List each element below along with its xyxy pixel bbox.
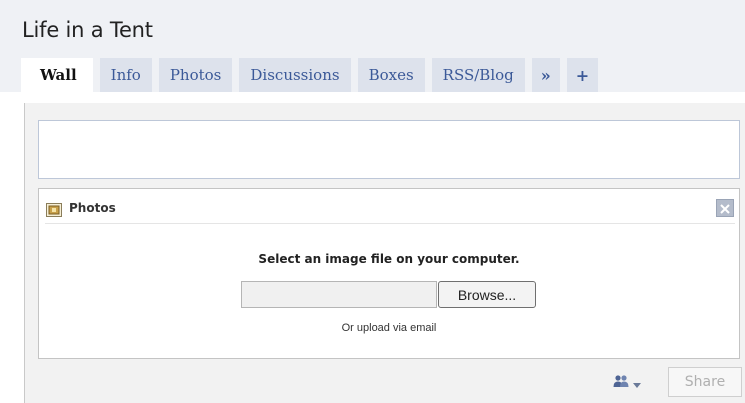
upload-via-email-link[interactable]: Or upload via email	[39, 322, 739, 334]
close-panel-button[interactable]	[716, 199, 734, 217]
photos-icon	[46, 202, 62, 217]
privacy-selector[interactable]	[613, 373, 643, 391]
people-icon	[613, 373, 629, 392]
page-title: Life in a Tent	[22, 18, 153, 42]
share-button[interactable]: Share	[668, 367, 742, 397]
file-path-field[interactable]	[241, 281, 437, 308]
tab-rss-blog[interactable]: RSS/Blog	[431, 58, 525, 92]
add-tab-button[interactable]: +	[566, 58, 599, 92]
tab-boxes[interactable]: Boxes	[357, 58, 425, 92]
tab-discussions[interactable]: Discussions	[239, 58, 351, 92]
panel-title: Photos	[69, 201, 116, 215]
tab-photos[interactable]: Photos	[158, 58, 233, 92]
plus-icon: +	[575, 65, 590, 85]
panel-header: Photos	[39, 189, 739, 227]
panel-divider	[45, 223, 735, 224]
close-icon	[720, 199, 730, 218]
browse-button[interactable]: Browse...	[438, 281, 536, 308]
double-chevron-right-icon: »	[540, 65, 551, 85]
page-header: Life in a Tent Wall Info Photos Discussi…	[0, 0, 745, 92]
upload-instructions: Select an image file on your computer.	[258, 252, 520, 266]
more-tabs-button[interactable]: »	[531, 58, 560, 92]
status-input[interactable]	[38, 120, 740, 179]
tab-info[interactable]: Info	[99, 58, 152, 92]
wall-content: Photos Select an image file on your comp…	[24, 103, 745, 403]
chevron-down-icon	[633, 373, 641, 392]
tab-bar: Wall Info Photos Discussions Boxes RSS/B…	[21, 58, 605, 92]
photo-attachment-panel: Photos Select an image file on your comp…	[38, 188, 740, 359]
tab-wall[interactable]: Wall	[21, 58, 93, 92]
